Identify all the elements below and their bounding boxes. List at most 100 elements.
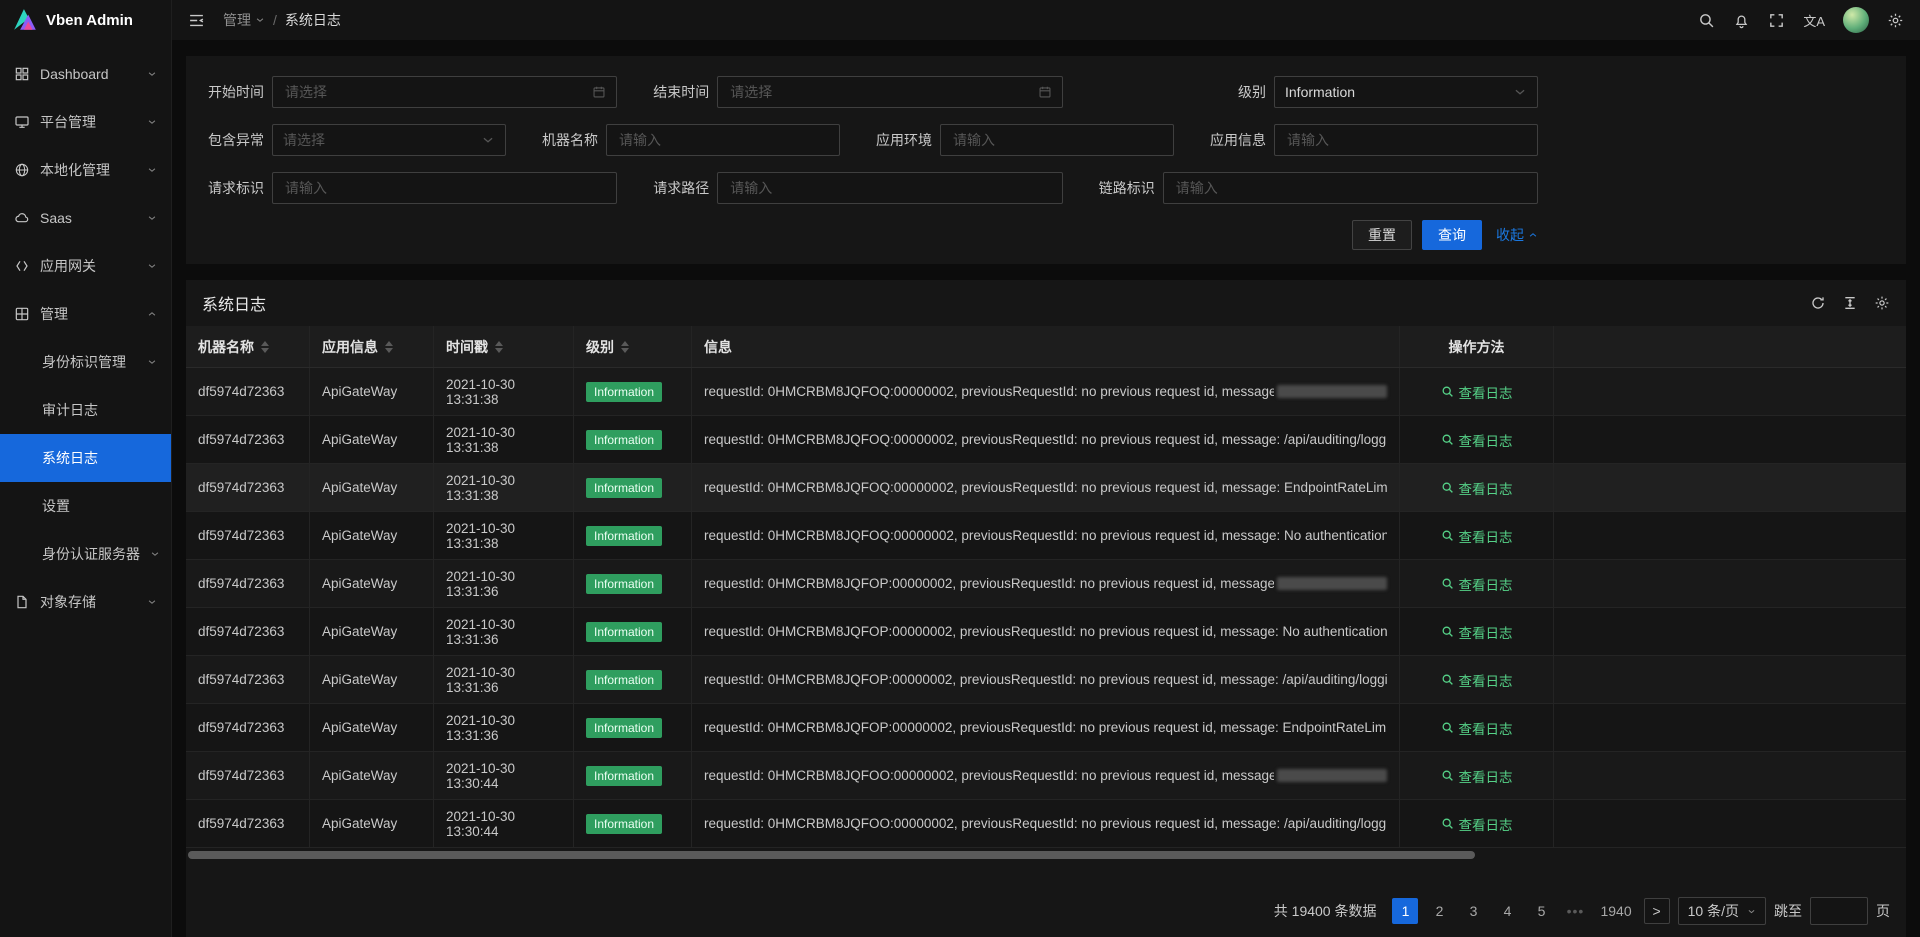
cell-app-info: ApiGateWay (310, 704, 434, 751)
column-header-message: 信息 (692, 326, 1400, 367)
cell-action: 查看日志 (1400, 656, 1554, 703)
page-size-select[interactable]: 10 条/页 (1678, 897, 1766, 925)
jump-page-input[interactable] (1810, 897, 1868, 925)
level-select-value: Information (1285, 84, 1507, 100)
next-page-button[interactable]: > (1644, 898, 1670, 924)
request-id-input[interactable] (283, 179, 606, 197)
view-log-link[interactable]: 查看日志 (1441, 814, 1513, 834)
machine-name-box[interactable] (606, 124, 840, 156)
cell-level: Information (574, 656, 692, 703)
machine-name-input[interactable] (617, 131, 829, 149)
query-button[interactable]: 查询 (1422, 220, 1482, 250)
page-button-2[interactable]: 2 (1426, 898, 1452, 924)
view-log-link[interactable]: 查看日志 (1441, 382, 1513, 402)
search-icon[interactable] (1698, 12, 1715, 29)
trace-id-input[interactable] (1174, 179, 1527, 197)
sidebar-item-object-storage[interactable]: 对象存储 (0, 578, 171, 626)
sidebar-item-identity-management[interactable]: 身份标识管理 (0, 338, 171, 386)
view-log-link[interactable]: 查看日志 (1441, 478, 1513, 498)
fullscreen-icon[interactable] (1768, 12, 1785, 29)
row-height-icon[interactable] (1842, 295, 1858, 311)
sidebar-item-system-log[interactable]: 系统日志 (0, 434, 171, 482)
sidebar-item-auth-server[interactable]: 身份认证服务器 (0, 530, 171, 578)
field-label: 请求标识 (202, 178, 264, 198)
menu-label: Dashboard (40, 66, 109, 82)
page-jump-ellipsis[interactable]: ••• (1562, 898, 1588, 924)
end-time-picker[interactable] (717, 76, 1062, 108)
collapse-label: 收起 (1496, 225, 1524, 245)
app-info-box[interactable] (1274, 124, 1538, 156)
sidebar-item-settings[interactable]: 设置 (0, 482, 171, 530)
reset-button[interactable]: 重置 (1352, 220, 1412, 250)
sidebar-item-management[interactable]: 管理 (0, 290, 171, 338)
view-log-link[interactable]: 查看日志 (1441, 430, 1513, 450)
cell-level: Information (574, 560, 692, 607)
column-header-app[interactable]: 应用信息 (310, 326, 434, 367)
view-log-link[interactable]: 查看日志 (1441, 718, 1513, 738)
main-area: 管理 / 系统日志 文A (172, 0, 1920, 937)
cell-message: requestId: 0HMCRBM8JQFOP:00000002, previ… (692, 560, 1400, 607)
collapse-link[interactable]: 收起 (1496, 225, 1538, 245)
gear-icon[interactable] (1887, 12, 1904, 29)
start-time-input[interactable] (283, 83, 586, 101)
monitor-icon (14, 114, 30, 130)
page-button-3[interactable]: 3 (1460, 898, 1486, 924)
cell-action: 查看日志 (1400, 704, 1554, 751)
cell-message: requestId: 0HMCRBM8JQFOP:00000002, previ… (692, 704, 1400, 751)
cell-action: 查看日志 (1400, 608, 1554, 655)
view-log-link[interactable]: 查看日志 (1441, 622, 1513, 642)
breadcrumb-parent[interactable]: 管理 (223, 10, 265, 30)
sort-icon (385, 341, 393, 353)
refresh-icon[interactable] (1810, 295, 1826, 311)
table-row: df5974d72363 ApiGateWay 2021-10-30 13:31… (186, 368, 1906, 416)
scrollbar-thumb[interactable] (188, 851, 1475, 859)
cell-message: requestId: 0HMCRBM8JQFOP:00000002, previ… (692, 608, 1400, 655)
logo[interactable]: Vben Admin (0, 0, 171, 40)
start-time-picker[interactable] (272, 76, 617, 108)
end-time-input[interactable] (728, 83, 1031, 101)
request-id-box[interactable] (272, 172, 617, 204)
menu-fold-icon[interactable] (188, 12, 205, 29)
sidebar-item-gateway[interactable]: 应用网关 (0, 242, 171, 290)
page-button-last[interactable]: 1940 (1596, 898, 1635, 924)
view-log-link[interactable]: 查看日志 (1441, 574, 1513, 594)
menu-label: Saas (40, 210, 72, 226)
table-row: df5974d72363 ApiGateWay 2021-10-30 13:31… (186, 656, 1906, 704)
level-select[interactable]: Information (1274, 76, 1538, 108)
trace-id-box[interactable] (1163, 172, 1538, 204)
exception-select[interactable]: 请选择 (272, 124, 506, 156)
request-path-box[interactable] (717, 172, 1062, 204)
page-jumper: 跳至 页 (1774, 897, 1890, 925)
sort-icon (261, 341, 269, 353)
column-header-machine[interactable]: 机器名称 (186, 326, 310, 367)
bell-icon[interactable] (1733, 12, 1750, 29)
view-log-link[interactable]: 查看日志 (1441, 670, 1513, 690)
page-button-5[interactable]: 5 (1528, 898, 1554, 924)
column-settings-gear-icon[interactable] (1874, 295, 1890, 311)
avatar[interactable] (1843, 7, 1869, 33)
jump-label: 跳至 (1774, 901, 1802, 921)
sidebar-item-dashboard[interactable]: Dashboard (0, 50, 171, 98)
column-header-time[interactable]: 时间戳 (434, 326, 574, 367)
view-log-link[interactable]: 查看日志 (1441, 766, 1513, 786)
column-header-level[interactable]: 级别 (574, 326, 692, 367)
translate-icon[interactable]: 文A (1803, 11, 1825, 30)
cell-timestamp: 2021-10-30 13:31:36 (434, 704, 574, 751)
app-info-input[interactable] (1285, 131, 1527, 149)
cell-filler (1554, 704, 1906, 751)
app-env-input[interactable] (951, 131, 1163, 149)
table-row: df5974d72363 ApiGateWay 2021-10-30 13:31… (186, 464, 1906, 512)
app-env-box[interactable] (940, 124, 1174, 156)
sidebar-item-audit-log[interactable]: 审计日志 (0, 386, 171, 434)
request-path-input[interactable] (728, 179, 1051, 197)
sidebar-item-platform[interactable]: 平台管理 (0, 98, 171, 146)
menu-label: 管理 (40, 304, 68, 324)
cell-machine-name: df5974d72363 (186, 464, 310, 511)
page-button-4[interactable]: 4 (1494, 898, 1520, 924)
view-log-link[interactable]: 查看日志 (1441, 526, 1513, 546)
sidebar-item-saas[interactable]: Saas (0, 194, 171, 242)
page-button-1[interactable]: 1 (1392, 898, 1418, 924)
sidebar-item-localization[interactable]: 本地化管理 (0, 146, 171, 194)
search-icon (1441, 385, 1454, 398)
sort-icon (621, 341, 629, 353)
